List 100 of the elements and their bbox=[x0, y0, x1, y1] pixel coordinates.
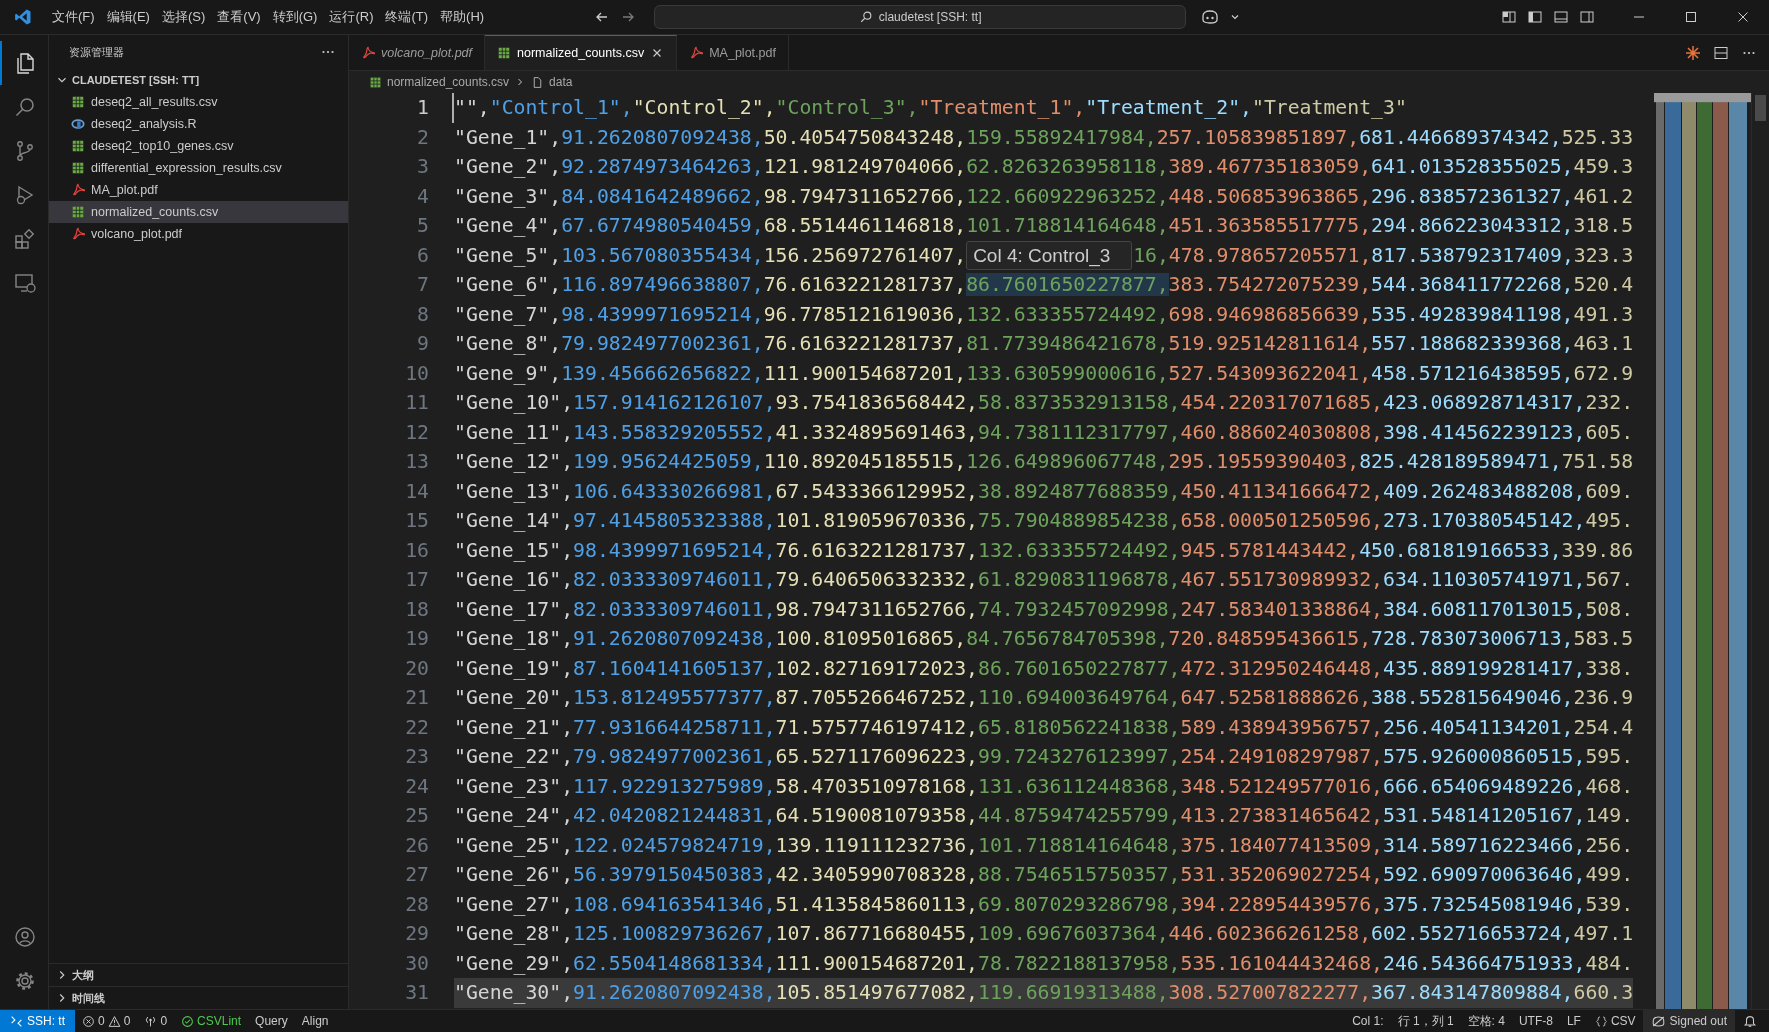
status-item[interactable]: 行 1，列 1 bbox=[1390, 1012, 1461, 1030]
line-number: 21 bbox=[404, 685, 429, 711]
line-number: 10 bbox=[404, 360, 429, 387]
code-line: "Gene_1",91.2620807092438,50.4054750843248,159.55892417984,257.105839851897,681.446689374342,525.33 bbox=[454, 124, 1634, 151]
file-item[interactable]: MA_plot.pdf bbox=[49, 179, 348, 201]
line-number: 30 bbox=[404, 950, 429, 977]
maximize-icon[interactable] bbox=[1683, 9, 1699, 25]
scrollbar-thumb[interactable] bbox=[1755, 95, 1766, 121]
menu-item[interactable]: 帮助(H) bbox=[434, 5, 491, 29]
code-line: "Gene_26",56.3979150450383,42.3405990708328,88.7546515750357,531.352069027254,592.690970063646,499. bbox=[454, 862, 1634, 888]
status-item[interactable]: 空格: 4 bbox=[1460, 1012, 1512, 1030]
remote-explorer-icon bbox=[13, 271, 37, 295]
problems-indicator[interactable]: 0 0 bbox=[75, 1014, 138, 1028]
menu-item[interactable]: 转到(G) bbox=[266, 5, 324, 29]
code-line: "Gene_12",199.95624425059,110.892045185515,126.649896067748,295.19559390403,825.428189589471,751.58 bbox=[454, 449, 1634, 475]
account-icon[interactable] bbox=[13, 925, 37, 949]
breadcrumb-item[interactable]: normalized_counts.csv bbox=[387, 75, 510, 89]
status-item[interactable]: CSV bbox=[1587, 1014, 1643, 1028]
code-line: "Gene_29",62.5504148681334,111.900154687201,78.7822188137958,535.161044432468,246.543664751933,484. bbox=[454, 950, 1634, 977]
code-line: "Gene_4",67.6774980540459,68.5514461146818,101.718814164648,451.363585517775,294.866223043312,318.5 bbox=[454, 213, 1634, 239]
file-item[interactable]: deseq2_top10_genes.csv bbox=[49, 135, 348, 157]
table-icon bbox=[71, 161, 85, 175]
file-item[interactable]: volcano_plot.pdf bbox=[49, 223, 348, 245]
pdf-icon bbox=[361, 45, 375, 60]
menu-item[interactable]: 文件(F) bbox=[46, 5, 101, 29]
line-number: 16 bbox=[404, 537, 429, 564]
line-number: 31 bbox=[404, 980, 429, 1006]
line-number: 28 bbox=[404, 891, 429, 918]
sparkle-icon[interactable] bbox=[1685, 44, 1701, 61]
code-line: "Gene_25",122.024579824719,139.119111232736,101.718814164648,375.184077413509,314.589716223466,256. bbox=[454, 832, 1634, 859]
line-number: 18 bbox=[404, 596, 429, 623]
section-header[interactable]: 大纲 bbox=[49, 963, 348, 986]
status-item[interactable]: Align bbox=[294, 1014, 336, 1028]
code-line: "Gene_18",91.2620807092438,100.81095016865,84.7656784705398,720.848595436615,728.783073006713,583.5 bbox=[454, 626, 1634, 652]
code-line: "Gene_2",92.2874973464263,121.981249704066,62.8263263958118,389.467735183059,641.013528355025,459.3 bbox=[454, 154, 1634, 180]
line-number: 25 bbox=[404, 803, 429, 829]
ports-indicator[interactable]: 0 bbox=[137, 1014, 175, 1028]
code-line: "Gene_16",82.0333309746011,79.6406506332332,61.8290831196878,467.551730989932,634.110305741971,567. bbox=[454, 567, 1634, 593]
breadcrumb-item[interactable]: data bbox=[549, 75, 573, 89]
line-number: 23 bbox=[404, 744, 429, 770]
editor-tab[interactable]: normalized_counts.csv bbox=[485, 35, 678, 70]
menu-item[interactable]: 查看(V) bbox=[211, 5, 267, 29]
status-item[interactable]: Query bbox=[248, 1014, 295, 1028]
check-circle-icon bbox=[181, 1014, 195, 1028]
pdf-icon bbox=[689, 45, 704, 60]
menu-item[interactable]: 编辑(E) bbox=[100, 5, 156, 29]
table-icon bbox=[71, 205, 85, 219]
minimap-drawing[interactable] bbox=[1654, 93, 1751, 1009]
code-line: "Gene_5",103.567080355434,156.256972761407, bbox=[454, 242, 967, 269]
pdf-icon bbox=[71, 183, 85, 197]
table-icon bbox=[71, 139, 85, 153]
line-number: 22 bbox=[404, 714, 429, 741]
line-number: 11 bbox=[404, 390, 429, 416]
code-line: "Gene_10",157.914162126107,93.7541836568442,58.8373532913158,454.220317071685,423.068928714317,232. bbox=[454, 390, 1634, 416]
code-line: "Gene_27",108.694163541346,51.4135845860113,69.8070293286798,394.228954439576,375.732545081946,539. bbox=[454, 891, 1634, 918]
code-line: "Gene_21",77.9316644258711,71.5757746197412,65.8180562241838,589.438943956757,256.40541134201,254.4 bbox=[454, 714, 1634, 741]
file-item[interactable]: deseq2_analysis.R bbox=[49, 113, 348, 135]
settings-icon[interactable] bbox=[13, 969, 37, 993]
extensions-icon bbox=[13, 227, 37, 251]
bell-icon[interactable] bbox=[1743, 1014, 1757, 1028]
line-number: 26 bbox=[404, 832, 429, 859]
status-item[interactable]: Col 1: bbox=[1345, 1014, 1391, 1028]
editor-tab[interactable]: MA_plot.pdf bbox=[677, 35, 789, 70]
account-status[interactable]: Signed out bbox=[1642, 1010, 1735, 1032]
warning-icon bbox=[107, 1014, 121, 1028]
menu-item[interactable]: 运行(R) bbox=[323, 5, 380, 29]
code-line: "Gene_20",153.812495577377,87.7055266467252,110.694003649764,647.52581888626,388.552815649046,236.9 bbox=[454, 685, 1634, 711]
file-item[interactable]: differential_expression_results.csv bbox=[49, 157, 348, 179]
menu-item[interactable]: 选择(S) bbox=[155, 5, 212, 29]
code-line: "Gene_17",82.0333309746011,98.7947311652766,74.7932457092998,247.583401338864,384.608117013015,508. bbox=[454, 596, 1634, 623]
status-item[interactable]: CSVLint bbox=[174, 1014, 249, 1028]
panel-toggle-icon[interactable] bbox=[1553, 9, 1569, 25]
file-item[interactable]: normalized_counts.csv bbox=[49, 201, 348, 223]
caret-icon[interactable] bbox=[1230, 12, 1241, 22]
antenna-icon bbox=[144, 1014, 158, 1028]
table-icon bbox=[369, 75, 382, 89]
code-line: "","Control_1","Control_2","Control_3","Treatment_1","Treatment_2","Treatment_3" bbox=[452, 93, 1407, 123]
status-item[interactable]: UTF-8 bbox=[1511, 1014, 1560, 1028]
split-editor-icon[interactable] bbox=[1713, 44, 1729, 61]
folder-header[interactable]: CLAUDETEST [SSH: TT] bbox=[49, 69, 348, 91]
sidebar-toggle-icon[interactable] bbox=[1527, 9, 1543, 25]
line-number: 13 bbox=[404, 449, 429, 475]
braces-icon bbox=[1594, 1014, 1608, 1028]
line-number: 7 bbox=[416, 272, 429, 298]
line-number: 12 bbox=[404, 419, 429, 446]
secondary-sidebar-icon[interactable] bbox=[1579, 9, 1595, 25]
menu-item[interactable]: 终端(T) bbox=[379, 5, 435, 29]
line-number: 4 bbox=[416, 183, 429, 210]
code-line: "Gene_22",79.9824977002361,65.5271176096223,99.7243276123997,254.249108297987,575.926000860515,595. bbox=[454, 744, 1634, 770]
file-item[interactable]: deseq2_all_results.csv bbox=[49, 91, 348, 113]
status-item[interactable]: LF bbox=[1559, 1014, 1588, 1028]
line-number: 1 bbox=[416, 95, 429, 121]
error-icon bbox=[82, 1014, 95, 1028]
search-icon bbox=[13, 95, 37, 119]
remote-indicator[interactable]: SSH: tt bbox=[0, 1010, 75, 1032]
code-line: "Gene_8",79.9824977002361,76.6163221281737,81.7739486421678,519.925142811614,557.188682339368,463.1 bbox=[454, 331, 1634, 357]
command-search-field[interactable]: claudetest [SSH: tt] bbox=[654, 5, 1187, 29]
layout-icon[interactable] bbox=[1501, 9, 1517, 25]
line-number: 5 bbox=[416, 213, 429, 239]
code-line: "Gene_9",139.456662656822,111.900154687201,133.630599000616,527.543093622041,458.571216438595,672.9 bbox=[454, 360, 1634, 387]
